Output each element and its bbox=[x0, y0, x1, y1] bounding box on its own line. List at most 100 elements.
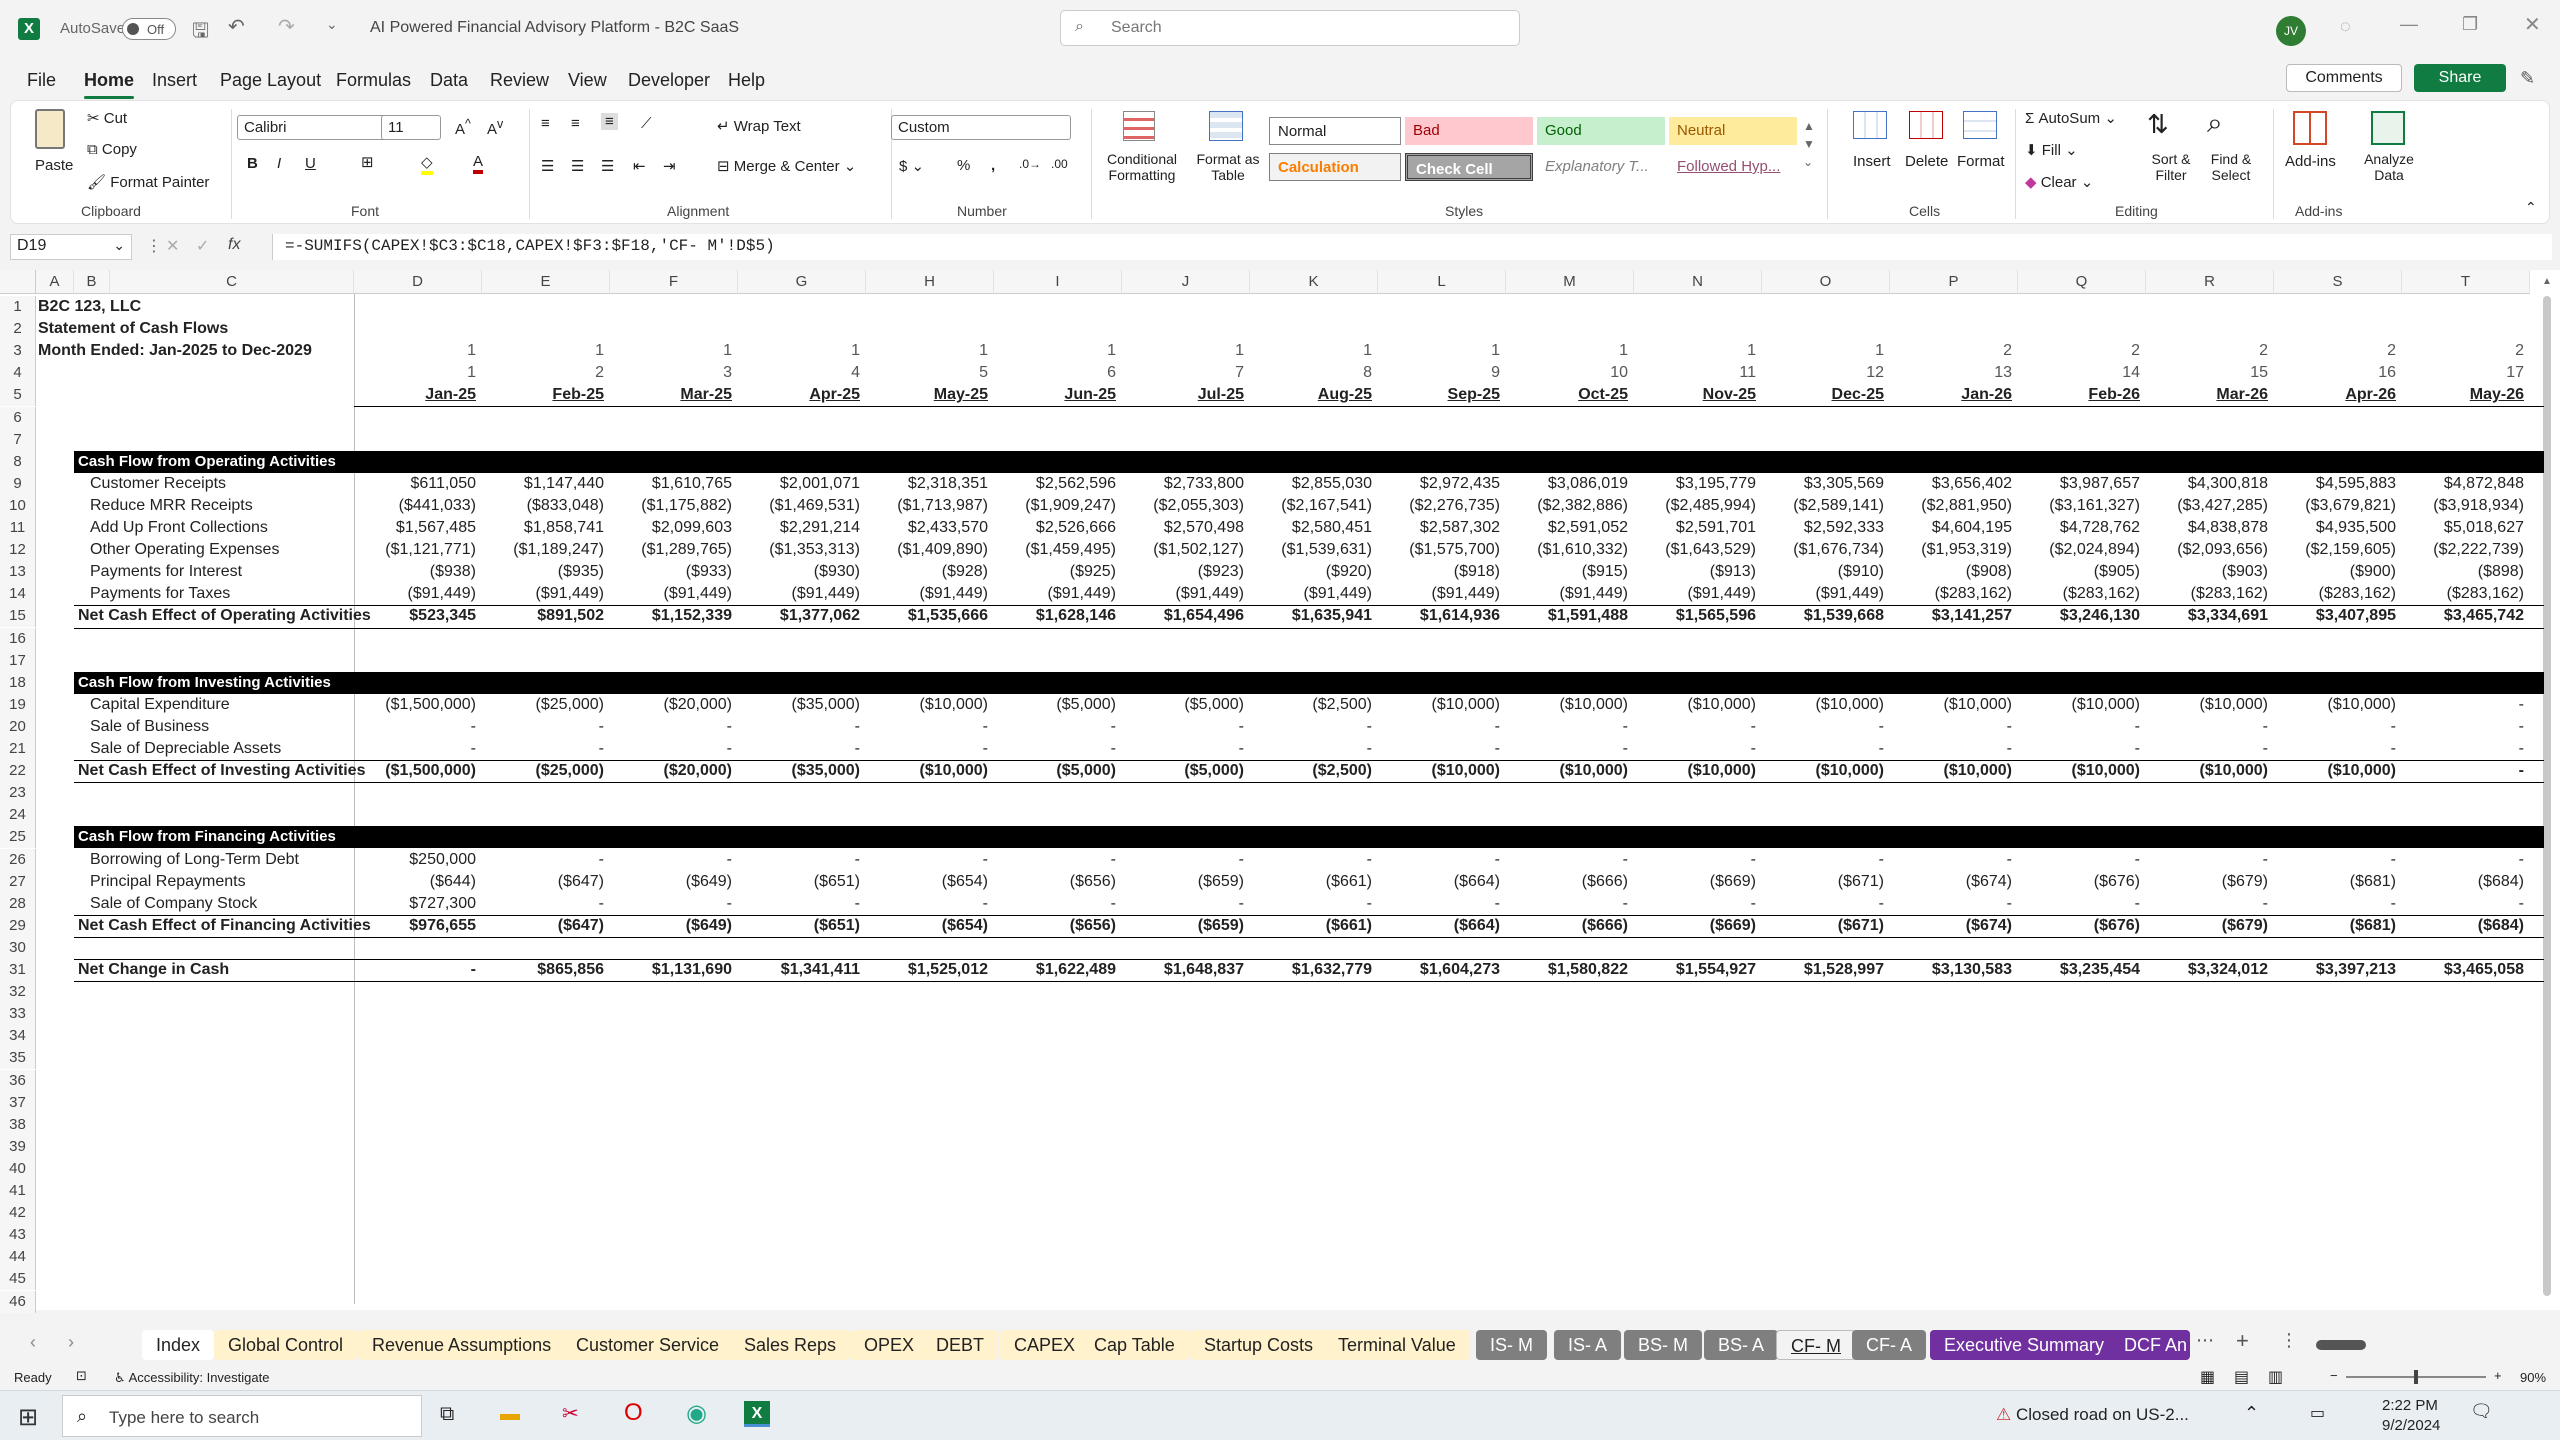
table-cell[interactable]: - bbox=[354, 738, 476, 760]
table-cell[interactable]: $250,000 bbox=[354, 849, 476, 871]
table-cell[interactable]: Apr-26 bbox=[2274, 384, 2396, 406]
file-explorer-icon[interactable]: ▬ bbox=[500, 1403, 520, 1426]
table-cell[interactable]: - bbox=[1506, 716, 1628, 738]
table-cell[interactable]: ($666) bbox=[1506, 915, 1628, 937]
row-header[interactable]: 27 bbox=[0, 870, 36, 893]
menu-home[interactable]: Home bbox=[84, 70, 135, 99]
table-cell[interactable]: 2 bbox=[2018, 340, 2140, 362]
table-cell[interactable]: $2,562,596 bbox=[994, 473, 1116, 495]
table-cell[interactable]: ($1,502,127) bbox=[1122, 539, 1244, 561]
table-cell[interactable]: 17 bbox=[2402, 362, 2524, 384]
row-header[interactable]: 11 bbox=[0, 517, 36, 539]
table-cell[interactable]: - bbox=[1250, 849, 1372, 871]
table-cell[interactable]: $1,628,146 bbox=[994, 605, 1116, 627]
undo-icon[interactable]: ↶ bbox=[228, 14, 245, 39]
row-header[interactable]: 21 bbox=[0, 738, 36, 760]
table-cell[interactable]: 7 bbox=[1122, 362, 1244, 384]
macro-record-icon[interactable]: ⊡ bbox=[76, 1368, 87, 1384]
row-header[interactable]: 42 bbox=[0, 1202, 36, 1225]
table-cell[interactable]: ($91,449) bbox=[994, 583, 1117, 605]
windows-start-icon[interactable]: ⊞ bbox=[18, 1403, 38, 1432]
table-cell[interactable]: ($1,500,000) bbox=[354, 694, 476, 716]
table-cell[interactable]: ($676) bbox=[2018, 915, 2140, 937]
network-icon[interactable]: ▭ bbox=[2310, 1403, 2325, 1423]
table-cell[interactable]: ($2,500) bbox=[1250, 760, 1372, 782]
table-cell[interactable]: ($671) bbox=[1762, 915, 1884, 937]
table-cell[interactable]: Dec-25 bbox=[1762, 384, 1884, 406]
table-cell[interactable]: $3,305,569 bbox=[1762, 473, 1884, 495]
merge-center-button[interactable]: ⊟ Merge & Center ⌄ bbox=[717, 157, 856, 175]
row-header[interactable]: 23 bbox=[0, 782, 36, 805]
table-cell[interactable]: ($659) bbox=[1122, 871, 1244, 893]
opera-icon[interactable]: O bbox=[624, 1399, 643, 1427]
table-cell[interactable]: $3,246,130 bbox=[2018, 605, 2140, 627]
table-cell[interactable]: ($649) bbox=[610, 915, 732, 937]
menu-data[interactable]: Data bbox=[430, 70, 468, 91]
row-label[interactable]: Sale of Business bbox=[90, 716, 209, 738]
row-header[interactable]: 6 bbox=[0, 406, 36, 429]
table-cell[interactable]: ($679) bbox=[2146, 915, 2268, 937]
fill-color-icon[interactable]: ◇ bbox=[421, 153, 433, 175]
table-cell[interactable]: - bbox=[2018, 716, 2140, 738]
table-cell[interactable]: - bbox=[2018, 738, 2140, 760]
table-cell[interactable]: Jan-26 bbox=[1890, 384, 2012, 406]
row-header[interactable]: 43 bbox=[0, 1224, 36, 1247]
more-sheets-icon[interactable]: ⋯ bbox=[2196, 1330, 2214, 1351]
search-box[interactable]: ⌕ Search bbox=[1060, 10, 1520, 46]
table-cell[interactable]: $4,604,195 bbox=[1890, 517, 2012, 539]
style-neutral[interactable]: Neutral bbox=[1669, 117, 1797, 145]
row-label[interactable]: Borrowing of Long-Term Debt bbox=[90, 849, 299, 871]
news-widget[interactable]: ⚠ Closed road on US-2... bbox=[1996, 1405, 2189, 1425]
align-left-icon[interactable]: ☰ bbox=[541, 157, 554, 175]
column-header-o[interactable]: O bbox=[1762, 270, 1890, 294]
table-cell[interactable]: - bbox=[1634, 849, 1756, 871]
menu-page-layout[interactable]: Page Layout bbox=[220, 70, 321, 91]
table-cell[interactable]: 1 bbox=[1378, 340, 1500, 362]
name-box[interactable]: D19 ⌄ bbox=[10, 234, 132, 260]
table-cell[interactable]: ($1,175,882) bbox=[610, 495, 732, 517]
page-break-view-icon[interactable]: ▥ bbox=[2268, 1367, 2283, 1387]
align-center-icon[interactable]: ☰ bbox=[571, 157, 584, 175]
table-cell[interactable]: - bbox=[2402, 893, 2524, 915]
table-cell[interactable]: - bbox=[866, 716, 988, 738]
table-cell[interactable]: ($10,000) bbox=[1762, 694, 1885, 716]
row-header[interactable]: 35 bbox=[0, 1047, 36, 1070]
table-cell[interactable]: ($1,469,531) bbox=[738, 495, 860, 517]
align-top-icon[interactable]: ≡ bbox=[541, 115, 550, 132]
table-cell[interactable]: 3 bbox=[610, 362, 732, 384]
row-header[interactable]: 15 bbox=[0, 605, 36, 628]
table-cell[interactable]: $4,872,848 bbox=[2402, 473, 2524, 495]
sheet-tab[interactable]: DCF An bbox=[2110, 1330, 2190, 1360]
table-cell[interactable]: 12 bbox=[1762, 362, 1884, 384]
table-cell[interactable]: ($644) bbox=[354, 871, 476, 893]
table-cell[interactable]: $1,580,822 bbox=[1506, 959, 1628, 981]
wrap-text-button[interactable]: ↵ Wrap Text bbox=[717, 117, 801, 135]
sheet-tab[interactable]: CF- M bbox=[1776, 1330, 1856, 1360]
table-cell[interactable]: $1,604,273 bbox=[1378, 959, 1500, 981]
table-cell[interactable]: ($666) bbox=[1506, 871, 1628, 893]
table-cell[interactable]: ($1,676,734) bbox=[1762, 539, 1884, 561]
avatar[interactable]: JV bbox=[2276, 16, 2306, 46]
table-cell[interactable]: - bbox=[738, 716, 860, 738]
table-cell[interactable]: Nov-25 bbox=[1634, 384, 1756, 406]
table-cell[interactable]: $2,570,498 bbox=[1122, 517, 1244, 539]
copy-button[interactable]: ⧉ Copy bbox=[87, 141, 137, 158]
table-cell[interactable]: $1,632,779 bbox=[1250, 959, 1372, 981]
table-cell[interactable]: - bbox=[1122, 893, 1244, 915]
row-header[interactable]: 29 bbox=[0, 914, 36, 937]
row-header[interactable]: 25 bbox=[0, 826, 36, 849]
table-cell[interactable]: ($10,000) bbox=[1890, 694, 2013, 716]
table-cell[interactable]: - bbox=[1890, 738, 2012, 760]
format-cells-button[interactable]: Format bbox=[1957, 153, 2005, 170]
column-header-d[interactable]: D bbox=[354, 270, 482, 294]
table-cell[interactable]: - bbox=[1634, 738, 1756, 760]
table-cell[interactable]: ($647) bbox=[482, 871, 604, 893]
table-cell[interactable]: $2,580,451 bbox=[1250, 517, 1372, 539]
row-label[interactable]: Other Operating Expenses bbox=[90, 539, 279, 561]
row-label[interactable]: Net Cash Effect of Operating Activities bbox=[78, 605, 371, 627]
column-header-a[interactable]: A bbox=[36, 270, 74, 294]
table-cell[interactable]: - bbox=[1890, 716, 2012, 738]
table-cell[interactable]: - bbox=[2146, 738, 2268, 760]
table-cell[interactable]: ($35,000) bbox=[738, 760, 861, 782]
table-cell[interactable]: ($651) bbox=[738, 871, 860, 893]
